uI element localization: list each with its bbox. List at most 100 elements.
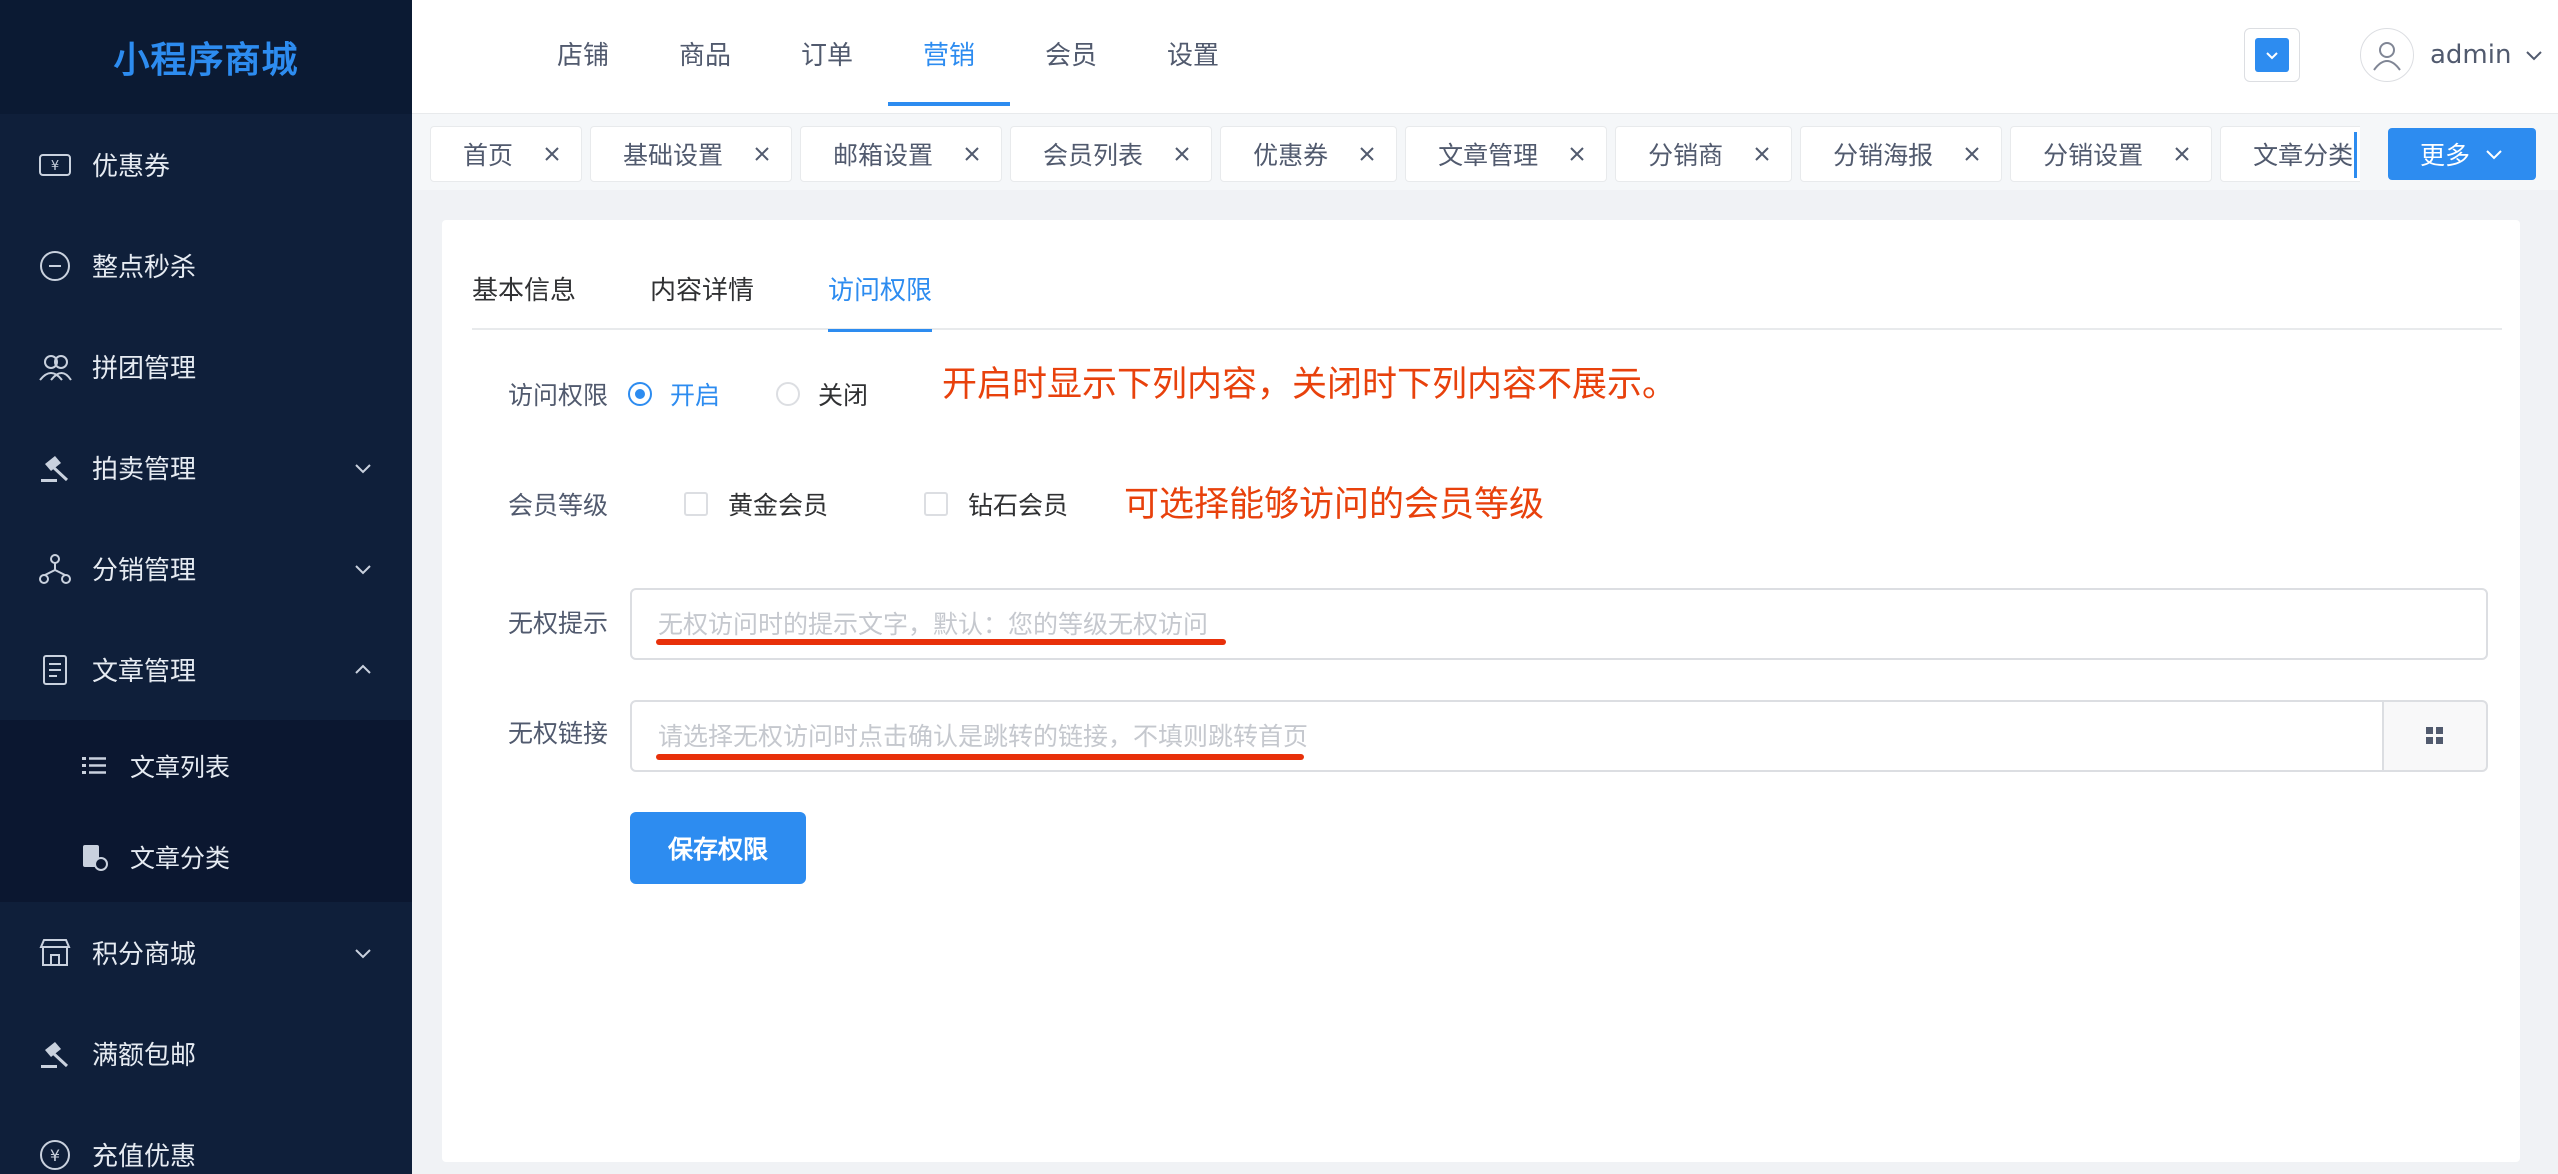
sidebar-item-articles[interactable]: 文章管理 xyxy=(0,619,412,720)
access-annotation: 开启时显示下列内容，关闭时下列内容不展示。 xyxy=(942,365,1678,405)
nav-item-settings[interactable]: 设置 xyxy=(1132,0,1254,106)
document-icon xyxy=(36,651,74,689)
sidebar-item-recharge[interactable]: ¥ 充值优惠 xyxy=(0,1104,412,1174)
tag-bar: 首页 基础设置 邮箱设置 会员列表 优惠券 文章管理 分销商 分销海报 分销设置… xyxy=(412,114,2558,190)
tag-label: 文章管理 xyxy=(1438,141,1539,170)
no-access-link-input[interactable] xyxy=(630,700,2384,772)
close-icon[interactable] xyxy=(2171,143,2193,165)
tag-distributor[interactable]: 分销商 xyxy=(1615,126,1793,182)
checkbox-label: 钻石会员 xyxy=(968,491,1069,520)
chevron-down-icon xyxy=(2486,150,2502,160)
tab-content-detail[interactable]: 内容详情 xyxy=(650,270,754,330)
tag-mail-settings[interactable]: 邮箱设置 xyxy=(800,126,1003,182)
access-label: 访问权限 xyxy=(508,381,609,410)
sidebar-item-group-buy[interactable]: 拼团管理 xyxy=(0,316,412,417)
chevron-down-icon xyxy=(355,463,371,473)
sidebar-item-label: 充值优惠 xyxy=(92,1142,197,1172)
radio-unchecked-icon xyxy=(776,382,800,406)
member-level-annotation: 可选择能够访问的会员等级 xyxy=(1124,485,1545,525)
top-nav: 店铺 商品 订单 营销 会员 设置 xyxy=(522,0,1254,106)
close-icon[interactable] xyxy=(1961,143,1983,165)
close-icon[interactable] xyxy=(961,143,983,165)
flash-sale-icon xyxy=(36,247,74,285)
sidebar-item-auction[interactable]: 拍卖管理 xyxy=(0,417,412,518)
save-permission-button[interactable]: 保存权限 xyxy=(630,812,806,884)
header-dropdown-button[interactable] xyxy=(2244,28,2300,82)
tag-label: 分销商 xyxy=(1648,141,1724,170)
sidebar-item-coupon[interactable]: ¥ 优惠券 xyxy=(0,114,412,215)
group-icon xyxy=(36,348,74,386)
no-access-tip-input[interactable] xyxy=(630,588,2488,660)
nav-item-orders[interactable]: 订单 xyxy=(766,0,888,106)
sidebar-item-free-shipping[interactable]: 满额包邮 xyxy=(0,1003,412,1104)
sidebar-item-label: 优惠券 xyxy=(92,152,171,182)
tab-basic-info[interactable]: 基本信息 xyxy=(472,270,576,330)
tag-distribution-settings[interactable]: 分销设置 xyxy=(2010,126,2213,182)
link-picker-button[interactable] xyxy=(2384,700,2488,772)
close-icon[interactable] xyxy=(541,143,563,165)
grid-icon xyxy=(2426,727,2443,744)
tab-access-permission[interactable]: 访问权限 xyxy=(828,270,933,332)
sidebar-subitem-label: 文章分类 xyxy=(130,843,231,873)
nav-item-members[interactable]: 会员 xyxy=(1010,0,1132,106)
sidebar-subitem-article-list[interactable]: 文章列表 xyxy=(0,720,412,811)
sidebar-item-label: 拼团管理 xyxy=(92,354,197,384)
form-tabs: 基本信息 内容详情 访问权限 xyxy=(472,270,2502,332)
sidebar-subitem-article-category[interactable]: 文章分类 xyxy=(0,811,412,902)
gavel-icon xyxy=(36,1035,74,1073)
access-off-radio[interactable]: 关闭 xyxy=(776,376,868,412)
nav-item-marketing[interactable]: 营销 xyxy=(888,0,1010,106)
sidebar-item-points-mall[interactable]: 积分商城 xyxy=(0,902,412,1003)
svg-text:¥: ¥ xyxy=(50,1146,60,1165)
user-menu[interactable]: admin xyxy=(2360,26,2545,84)
level-diamond-checkbox[interactable]: 钻石会员 xyxy=(924,486,1068,522)
top-header: 店铺 商品 订单 营销 会员 设置 admin xyxy=(412,0,2558,114)
tag-coupon[interactable]: 优惠券 xyxy=(1220,126,1398,182)
radio-label: 开启 xyxy=(670,381,721,410)
tag-label: 分销设置 xyxy=(2043,141,2144,170)
tip-underline-annotation xyxy=(656,639,1226,645)
tag-article-category[interactable]: 文章分类 xyxy=(2220,126,2360,182)
member-level-label: 会员等级 xyxy=(508,491,609,520)
tag-article-management[interactable]: 文章管理 xyxy=(1405,126,1608,182)
yen-icon: ¥ xyxy=(36,1136,74,1174)
level-gold-checkbox[interactable]: 黄金会员 xyxy=(684,486,828,522)
sidebar-item-flash-sale[interactable]: 整点秒杀 xyxy=(0,215,412,316)
chevron-down-icon xyxy=(2526,51,2543,61)
access-on-radio[interactable]: 开启 xyxy=(628,376,720,412)
tag-distribution-poster[interactable]: 分销海报 xyxy=(1800,126,2003,182)
chevron-up-icon xyxy=(355,664,371,674)
content-card: 基本信息 内容详情 访问权限 访问权限 开启 关闭 开启时显示下列内容，关闭时下… xyxy=(442,220,2520,1162)
coupon-icon: ¥ xyxy=(36,146,74,184)
tag-home[interactable]: 首页 xyxy=(430,126,583,182)
tag-list: 首页 基础设置 邮箱设置 会员列表 优惠券 文章管理 分销商 分销海报 分销设置… xyxy=(430,126,2360,182)
nav-item-store[interactable]: 店铺 xyxy=(522,0,644,106)
radio-label: 关闭 xyxy=(818,381,869,410)
tag-basic-settings[interactable]: 基础设置 xyxy=(590,126,793,182)
checkbox-label: 黄金会员 xyxy=(728,491,829,520)
category-icon xyxy=(78,841,110,873)
sidebar: 小程序商城 ¥ 优惠券 整点秒杀 拼团管理 拍卖管理 分销管理 文章管理 文章列… xyxy=(0,0,412,1174)
no-access-tip-label: 无权提示 xyxy=(508,609,609,638)
close-icon[interactable] xyxy=(1356,143,1378,165)
sidebar-item-label: 整点秒杀 xyxy=(92,253,197,283)
tag-member-list[interactable]: 会员列表 xyxy=(1010,126,1213,182)
sidebar-item-label: 拍卖管理 xyxy=(92,455,197,485)
more-tags-button[interactable]: 更多 xyxy=(2388,128,2536,180)
sidebar-submenu-articles: 文章列表 文章分类 xyxy=(0,720,412,902)
no-access-link-label: 无权链接 xyxy=(508,719,609,748)
close-icon[interactable] xyxy=(1566,143,1588,165)
sidebar-item-label: 满额包邮 xyxy=(92,1041,197,1071)
svg-text:¥: ¥ xyxy=(51,159,59,174)
sidebar-item-distribution[interactable]: 分销管理 xyxy=(0,518,412,619)
close-icon[interactable] xyxy=(751,143,773,165)
tag-label: 邮箱设置 xyxy=(833,141,934,170)
close-icon[interactable] xyxy=(1751,143,1773,165)
tag-label: 优惠券 xyxy=(1253,141,1329,170)
avatar-icon xyxy=(2360,28,2414,82)
chevron-down-icon xyxy=(355,564,371,574)
nav-item-products[interactable]: 商品 xyxy=(644,0,766,106)
tag-label: 会员列表 xyxy=(1043,141,1144,170)
close-icon[interactable] xyxy=(1171,143,1193,165)
tag-label: 分销海报 xyxy=(1833,141,1934,170)
